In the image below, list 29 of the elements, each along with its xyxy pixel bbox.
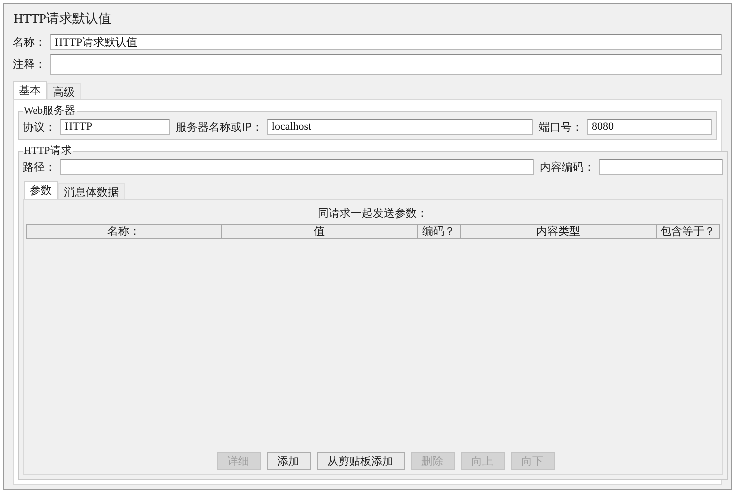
column-header[interactable]: 名称： <box>27 225 222 238</box>
table-caption: 同请求一起发送参数： <box>317 206 429 222</box>
column-header[interactable]: 值 <box>222 225 418 238</box>
action-button[interactable]: 从剪贴板添加 <box>316 452 404 470</box>
tab[interactable]: 参数 <box>24 181 58 199</box>
path-field[interactable] <box>60 159 534 175</box>
tab[interactable]: 基本 <box>13 81 47 99</box>
field-label: 名称： <box>13 34 46 50</box>
column-header[interactable]: 包含等于？ <box>657 225 719 238</box>
tab[interactable]: 消息体数据 <box>58 183 125 199</box>
column-header[interactable]: 内容类型 <box>461 225 657 238</box>
encoding-field[interactable] <box>599 159 723 175</box>
field-label: 注释： <box>13 57 46 72</box>
comment-field[interactable] <box>50 54 722 75</box>
server-field[interactable]: localhost <box>266 119 533 135</box>
column-header[interactable]: 编码？ <box>418 225 461 238</box>
field-label: 内容编码： <box>540 160 595 174</box>
name-field[interactable]: HTTP请求默认值 <box>50 34 722 50</box>
group-legend: HTTP请求 <box>23 144 74 158</box>
field-label: 服务器名称或IP： <box>176 120 263 134</box>
field-label: 路径： <box>23 160 56 174</box>
panel-title: HTTP请求默认值 <box>13 10 112 28</box>
tab[interactable]: 高级 <box>47 83 81 99</box>
group-legend: Web服务器 <box>23 104 77 118</box>
field-label: 端口号： <box>539 120 583 134</box>
field-label: 协议： <box>23 120 56 134</box>
port-field[interactable]: 8080 <box>587 119 712 135</box>
action-button[interactable]: 添加 <box>266 452 310 470</box>
protocol-field[interactable]: HTTP <box>60 119 170 135</box>
